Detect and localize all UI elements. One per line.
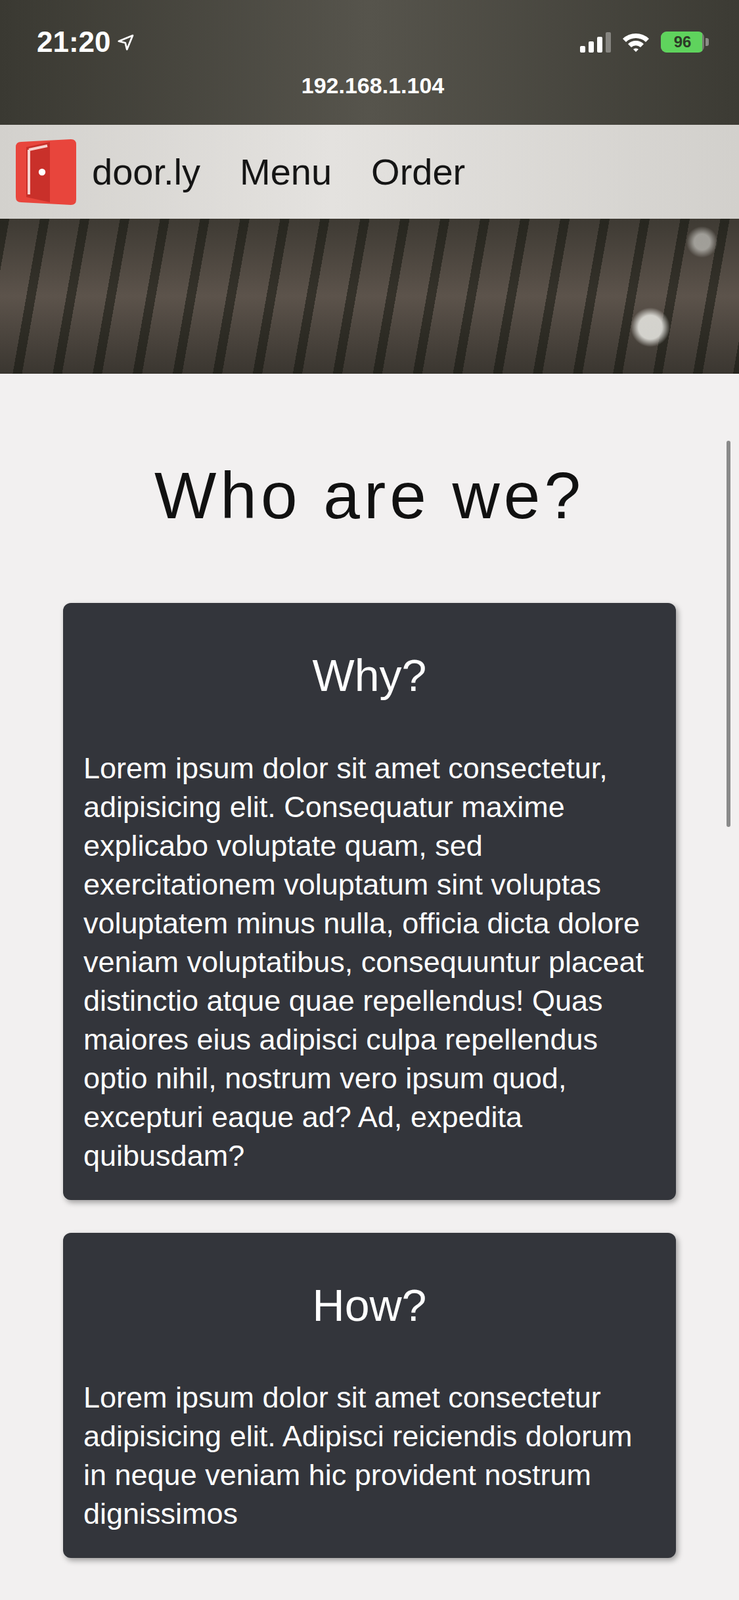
navbar: door.ly Menu Order [0,124,739,219]
wifi-icon [621,30,651,54]
brand-name[interactable]: door.ly [91,144,201,200]
battery-percent: 96 [660,31,705,53]
signal-bar [605,32,611,53]
signal-bar [588,41,594,53]
card-title: How? [83,1278,656,1333]
hero-image [0,218,739,374]
signal-bar [597,36,603,53]
nav-link[interactable]: Menu [239,144,332,200]
status-bar: 21:20 96 [0,0,739,125]
nav-link[interactable]: Order [371,144,466,200]
clock: 21:20 [36,26,112,58]
address-bar[interactable]: 192.168.1.104 [36,72,709,100]
card-text: Lorem ipsum dolor sit amet consectetur, … [83,748,656,1176]
section-heading: Who are we? [63,457,676,534]
info-card: Why? Lorem ipsum dolor sit amet consectet… [63,603,676,1201]
signal-bar [580,45,586,53]
battery: 96 [660,31,705,53]
brand[interactable]: door.ly [10,136,201,208]
card-text: Lorem ipsum dolor sit amet consectetur a… [83,1378,656,1534]
scroll-indicator [726,440,731,828]
card-title: Why? [83,649,656,703]
location-icon [116,32,136,52]
info-card: How? Lorem ipsum dolor sit amet consectet… [63,1232,676,1559]
door-logo-icon [10,136,79,208]
signal-icon [580,31,611,53]
